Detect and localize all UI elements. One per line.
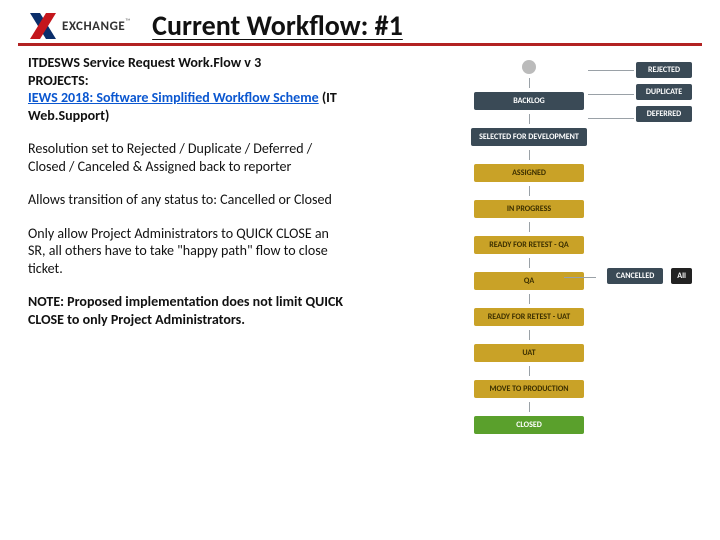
left-column: ITDESWS Service Request Work.Flow v 3 PR… [28,54,348,434]
content: ITDESWS Service Request Work.Flow v 3 PR… [0,54,720,434]
node-deferred: DEFERRED [636,106,692,122]
logo-area: EXCHANGE™ [30,13,130,39]
badge-all: All [671,268,692,284]
node-backlog: BACKLOG [474,92,584,110]
node-selected: SELECTED FOR DEVELOPMENT [471,128,587,146]
para-resolution: Resolution set to Rejected / Duplicate /… [28,140,348,175]
node-uat: UAT [474,344,584,362]
exchange-x-icon [30,13,56,39]
node-ready-uat: READY FOR RETEST - UAT [474,308,584,326]
connector [529,330,530,340]
node-qa: QA [474,272,584,290]
connector [588,70,634,71]
para-note: NOTE: Proposed implementation does not l… [28,293,348,328]
block-heading: ITDESWS Service Request Work.Flow v 3 PR… [28,54,348,124]
connector [529,78,530,88]
connector [529,222,530,232]
connector [529,186,530,196]
cancelled-row: CANCELLED All [607,268,692,284]
connector [529,114,530,124]
header: EXCHANGE™ Current Workflow: #1 [18,0,702,46]
node-assigned: ASSIGNED [474,164,584,182]
connector [588,94,634,95]
para-quick-close: Only allow Project Administrators to QUI… [28,225,348,278]
node-closed: CLOSED [474,416,584,434]
node-duplicate: DUPLICATE [636,84,692,100]
start-node-icon [522,60,536,74]
side-labels: REJECTED DUPLICATE DEFERRED [636,62,692,122]
node-rejected: REJECTED [636,62,692,78]
connector [529,366,530,376]
connector [529,294,530,304]
para-transition: Allows transition of any status to: Canc… [28,191,348,209]
page-title: Current Workflow: #1 [152,8,403,43]
connector [529,258,530,268]
connector [588,118,634,119]
node-ready-qa: READY FOR RETEST - QA [474,236,584,254]
connector [529,150,530,160]
node-cancelled: CANCELLED [607,268,663,284]
connector [564,277,596,278]
logo-text: EXCHANGE™ [62,16,130,35]
workflow-scheme-link[interactable]: IEWS 2018: Software Simplified Workflow … [28,89,319,106]
node-inprogress: IN PROGRESS [474,200,584,218]
node-move-prod: MOVE TO PRODUCTION [474,380,584,398]
right-column: BACKLOG SELECTED FOR DEVELOPMENT ASSIGNE… [366,54,692,434]
logo-mark [30,13,56,39]
connector [529,402,530,412]
